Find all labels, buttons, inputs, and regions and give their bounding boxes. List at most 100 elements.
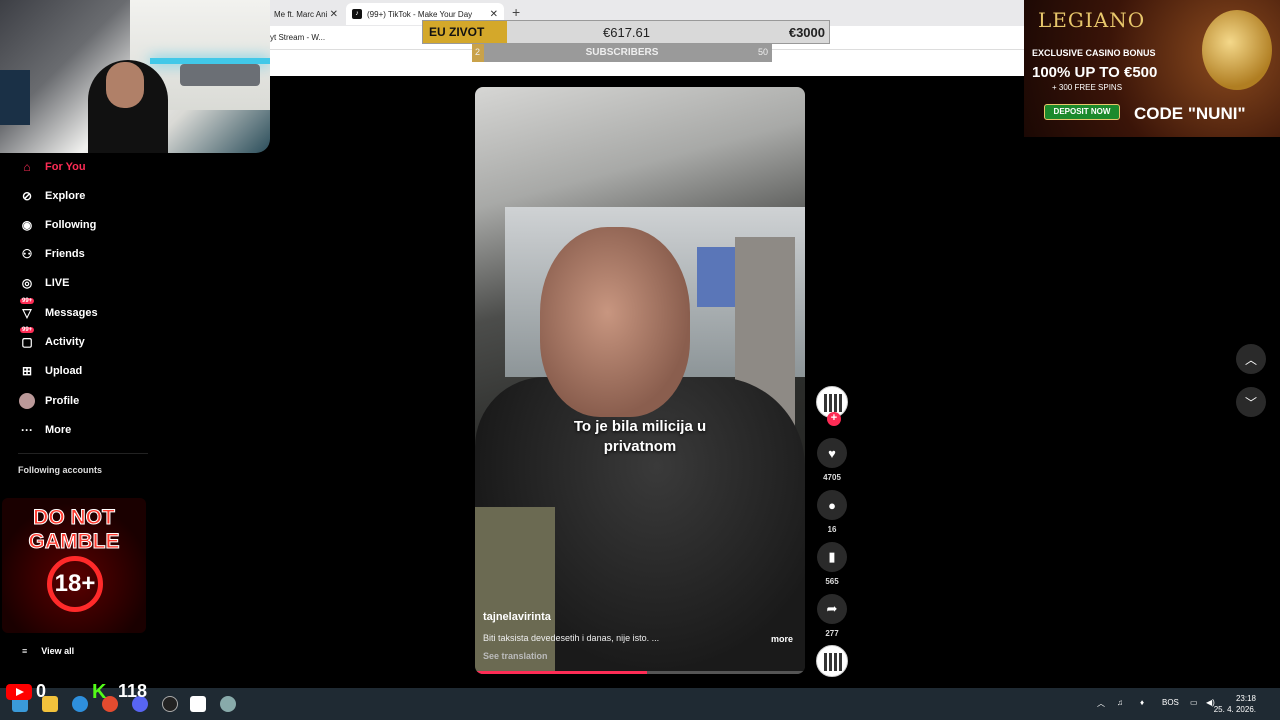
upload-icon: ⊞ [21,364,33,378]
follow-plus-icon[interactable]: + [827,412,841,426]
kick-viewer-count: 118 [118,681,148,701]
casino-spins-line: + 300 FREE SPINS [1052,83,1123,92]
system-clock[interactable]: 23:18 25. 4. 2026. [1214,693,1256,715]
new-tab-button[interactable]: + [512,4,520,20]
bookmark-stream[interactable]: yt Stream - W... [270,33,325,42]
app-icon[interactable] [190,696,206,712]
nav-activity[interactable]: ▢ 99+ Activity [18,327,85,352]
goal-current: €617.61 [603,25,650,40]
bookmark-icon[interactable]: ▮ [817,542,847,572]
do-not-gamble-banner: DO NOT GAMBLE 18+ [2,498,146,633]
nav-upload[interactable]: ⊞ Upload [18,361,82,381]
nav-following[interactable]: ◉ Following [18,215,97,235]
language-indicator[interactable]: BOS [1162,698,1179,707]
qr-disc-image [824,653,842,671]
messages-badge: 99+ [20,298,35,304]
windows-taskbar: ︿ ♫ ♦ BOS ▭ ◀) 23:18 25. 4. 2026. [0,688,1280,720]
following-icon: ◉ [21,218,33,232]
kick-icon: K [92,681,107,703]
casino-ad-banner: LEGIANO EXCLUSIVE CASINO BONUS 100% UP T… [1024,0,1280,137]
video-progress-bar[interactable] [475,671,805,674]
youtube-viewer-count: 0 [36,681,47,701]
comment-icon[interactable]: ● [817,490,847,520]
nav-live[interactable]: ◎ LIVE [18,273,70,293]
tiktok-sidebar: ⌂ For You ⊘ Explore ◉ Following ⚇ Friend… [0,153,150,685]
gamble-line2: GAMBLE [28,530,120,554]
music-disc-avatar[interactable] [816,645,848,677]
video-author[interactable]: tajnelavirinta [483,611,551,623]
subscriber-goal-bar: 2 SUBSCRIBERS 50 [472,44,772,62]
profile-avatar [18,392,36,410]
share-count: 277 [825,629,839,638]
comment-action[interactable]: ● 16 [816,490,848,534]
save-count: 565 [825,577,839,586]
like-action[interactable]: ♥ 4705 [816,438,848,482]
messages-icon: ▽ 99+ [20,298,35,320]
goal-label: EU ZIVOT [423,21,507,43]
chevron-down-icon[interactable]: ﹀ [1236,387,1266,417]
donation-goal-bar: EU ZIVOT €617.61 €3000 [422,20,830,44]
comment-count: 16 [827,525,837,534]
video-jacket-collar [475,507,555,674]
gold-coin-image [1202,10,1272,90]
chevron-up-icon[interactable]: ︿ [1236,344,1266,374]
clock-date: 25. 4. 2026. [1213,705,1256,714]
qr-avatar-image [824,394,842,412]
tray-chevron-icon[interactable]: ︿ [1097,698,1105,709]
casino-offer-line: 100% UP TO €500 [1032,64,1158,81]
age-restriction-badge: 18+ [47,556,103,612]
compass-icon: ⊘ [21,189,33,203]
browser-tab-music[interactable]: Me ft. Marc Ani ✕ [268,3,344,25]
nav-more[interactable]: ··· More [18,420,71,440]
close-icon[interactable]: ✕ [490,9,498,20]
tab-title: Me ft. Marc Ani [274,9,328,19]
close-icon[interactable]: ✕ [330,9,338,20]
more-icon: ··· [21,423,33,437]
clock-time: 23:18 [1235,694,1256,703]
headset-icon[interactable]: ♫ [1117,698,1123,707]
sidebar-divider [18,453,148,454]
subscriber-label: SUBSCRIBERS [585,47,659,58]
youtube-icon [6,684,32,700]
settings-icon[interactable] [220,696,236,712]
description-more-button[interactable]: more [771,634,793,644]
nav-explore[interactable]: ⊘ Explore [18,186,85,206]
edge-icon[interactable] [72,696,88,712]
webcam-monitor [0,70,30,125]
nav-friends[interactable]: ⚇ Friends [18,244,85,264]
view-all-link[interactable]: ≡ View all [22,646,74,656]
save-action[interactable]: ▮ 565 [816,542,848,586]
activity-badge: 99+ [20,327,35,333]
video-description: Biti taksista devedesetih i danas, nije … [483,633,660,643]
heart-icon[interactable]: ♥ [817,438,847,468]
see-translation-button[interactable]: See translation [483,651,548,661]
video-progress-fill [475,671,647,674]
webcam-sofa [180,64,260,86]
nav-messages[interactable]: ▽ 99+ Messages [18,298,98,323]
nav-label: More [45,424,72,436]
display-icon[interactable]: ▭ [1190,698,1198,707]
video-person-head [540,227,690,417]
following-accounts-header: Following accounts [18,465,103,475]
obs-icon[interactable] [162,696,178,712]
share-action[interactable]: ➦ 277 [816,594,848,638]
share-icon[interactable]: ➦ [817,594,847,624]
nav-profile[interactable]: Profile [18,391,79,411]
gamble-line1: DO NOT [33,506,116,530]
video-player[interactable]: To je bila milicija u privatnom tajnelav… [475,87,805,674]
casino-logo: LEGIANO [1038,8,1146,32]
tab-title: (99+) TikTok - Make Your Day [367,9,473,19]
nav-label: LIVE [45,277,70,289]
microphone-icon[interactable]: ♦ [1140,698,1144,707]
video-caption: To je bila milicija u privatnom [475,417,805,457]
nav-label: Upload [45,365,83,377]
activity-icon: ▢ 99+ [20,327,35,349]
webcam-overlay [0,0,270,153]
nav-label: Explore [45,190,86,202]
creator-avatar[interactable]: + [816,386,848,426]
nav-label: Messages [45,307,98,319]
live-icon: ◎ [21,276,33,290]
nav-for-you[interactable]: ⌂ For You [18,157,85,177]
nav-label: Following [45,219,97,231]
nav-label: Activity [45,336,85,348]
